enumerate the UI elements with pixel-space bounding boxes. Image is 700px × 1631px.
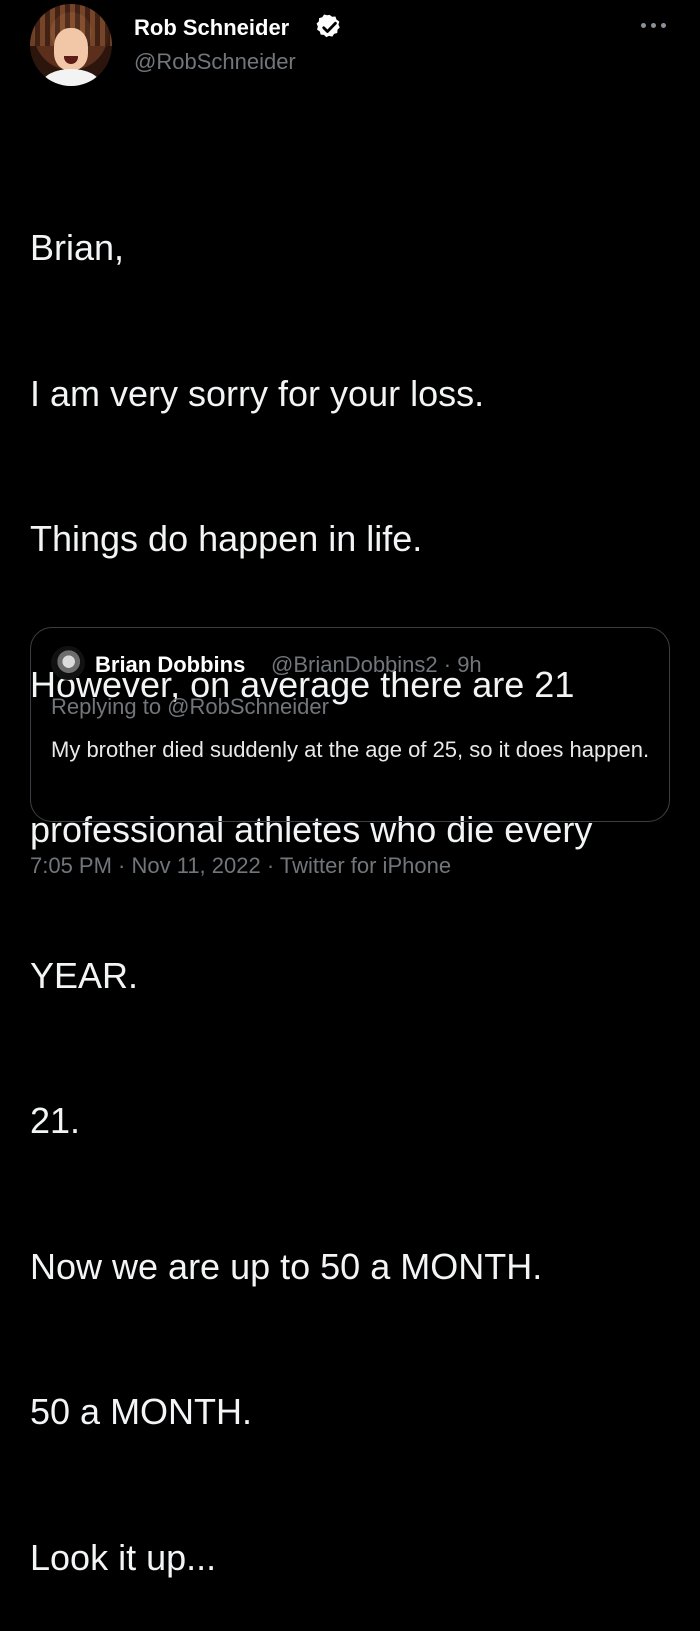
author-avatar[interactable]: [30, 4, 112, 86]
tweet-line: Now we are up to 50 a MONTH.: [30, 1245, 543, 1287]
verified-badge-icon: [316, 14, 340, 38]
author-handle[interactable]: @RobSchneider: [134, 49, 296, 75]
tweet-line: 50 a MONTH.: [30, 1391, 253, 1432]
tweet-line: YEAR.: [30, 954, 139, 996]
tweet-line: 21.: [30, 1100, 81, 1141]
replying-to-label[interactable]: Replying to @RobSchneider: [51, 694, 329, 720]
quoted-tweet-card[interactable]: Brian Dobbins @BrianDobbins2 · 9h Replyi…: [30, 627, 670, 822]
tweet-timestamp[interactable]: 7:05 PM · Nov 11, 2022 · Twitter for iPh…: [30, 853, 451, 879]
avatar-shirt: [42, 69, 100, 86]
tweet-line: Brian,: [30, 227, 125, 268]
tweet-line: Look it up...: [30, 1536, 217, 1578]
author-display-name[interactable]: Rob Schneider: [134, 15, 289, 41]
quoted-author-handle-time[interactable]: @BrianDobbins2 · 9h: [271, 652, 482, 678]
quoted-author-name[interactable]: Brian Dobbins: [95, 652, 245, 678]
quoted-tweet-text: My brother died suddenly at the age of 2…: [51, 737, 650, 762]
tweet-line: Things do happen in life.: [30, 518, 423, 559]
tweet-line: I am very sorry for your loss.: [30, 372, 485, 414]
quoted-author-avatar[interactable]: [51, 646, 85, 680]
more-options-icon[interactable]: [641, 21, 669, 29]
